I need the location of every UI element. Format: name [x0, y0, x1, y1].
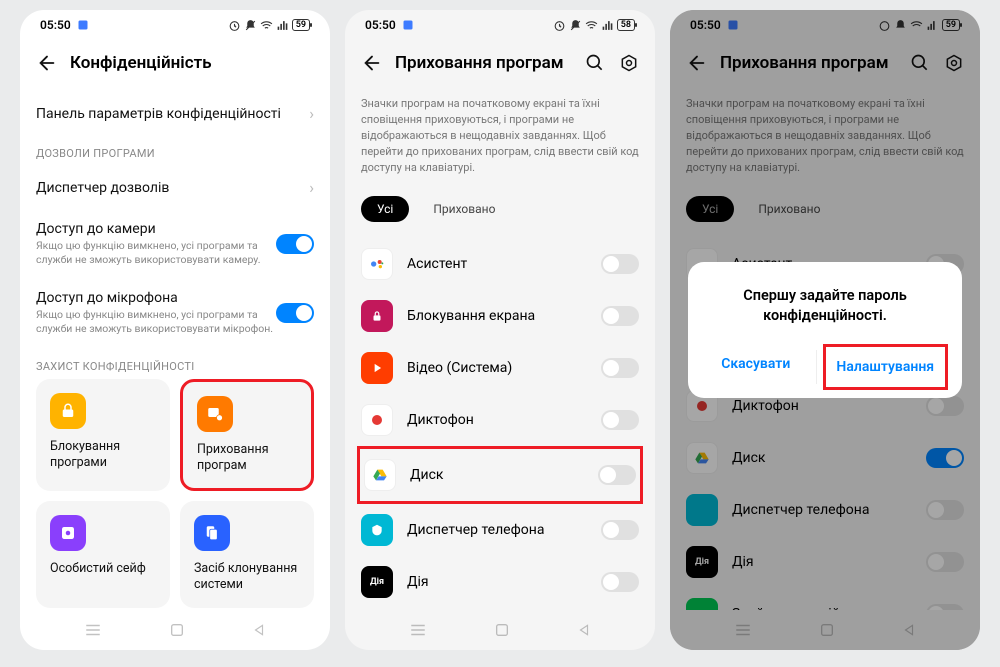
app-drive[interactable]: Диск — [357, 446, 643, 504]
cancel-button[interactable]: Скасувати — [696, 344, 816, 390]
hide-apps-card[interactable]: Приховання програм — [180, 379, 314, 492]
app-video[interactable]: Відео (Система) — [361, 342, 639, 394]
chevron-right-icon: › — [309, 178, 314, 197]
privacy-panel-row[interactable]: Панель параметрів конфіденційності › — [36, 92, 314, 135]
toggle[interactable] — [601, 254, 639, 274]
signal-icon — [601, 19, 614, 32]
content[interactable]: Панель параметрів конфіденційності › ДОЗ… — [20, 86, 330, 610]
tab-hidden[interactable]: Приховано — [417, 196, 511, 222]
back-nav-icon[interactable] — [252, 622, 266, 638]
chevron-right-icon: › — [309, 104, 314, 123]
system-clone-card[interactable]: Засіб клонування системи — [180, 501, 314, 608]
back-icon[interactable] — [36, 52, 58, 74]
app-diia[interactable]: Дія Дія — [361, 556, 639, 608]
mic-access-row[interactable]: Доступ до мікрофона Якщо цю функцію вимк… — [36, 278, 314, 347]
status-bar: 05:50 58 — [345, 10, 655, 40]
dialog-overlay: Спершу задайте пароль конфіденційності. … — [670, 10, 980, 650]
recent-icon[interactable] — [84, 623, 102, 637]
phone-screen-1: 05:50 59 Конфіденційність Панель парамет… — [20, 10, 330, 650]
app-lock-card[interactable]: Блокування програми — [36, 379, 170, 492]
app-phone-manager[interactable]: Диспетчер телефона — [361, 504, 639, 556]
nav-bar — [20, 610, 330, 650]
phone-screen-2: 05:50 58 Приховання програм Значки прогр… — [345, 10, 655, 650]
home-icon[interactable] — [169, 622, 185, 638]
tabs: Усі Приховано — [361, 192, 639, 238]
header: Приховання програм — [345, 40, 655, 86]
page-title: Приховання програм — [395, 53, 573, 73]
toggle[interactable] — [601, 572, 639, 592]
alarm-icon — [228, 19, 241, 32]
phone-screen-3: 05:50 59 Приховання програм Значки прогр… — [670, 10, 980, 650]
search-icon[interactable] — [585, 53, 605, 73]
status-time: 05:50 — [365, 18, 396, 32]
app-indicator-icon — [402, 19, 414, 31]
mute-icon — [244, 19, 257, 32]
mute-icon — [569, 19, 582, 32]
toggle[interactable] — [601, 520, 639, 540]
content[interactable]: Значки програм на початковому екрані та … — [345, 86, 655, 610]
home-icon[interactable] — [494, 622, 510, 638]
header: Конфіденційність — [20, 40, 330, 86]
description: Значки програм на початковому екрані та … — [361, 86, 639, 192]
status-time: 05:50 — [40, 18, 71, 32]
mic-toggle[interactable] — [276, 303, 314, 323]
section-label: ЗАХИСТ КОНФІДЕНЦІЙНОСТІ — [36, 348, 314, 379]
app-screen-lock[interactable]: Блокування екрана — [361, 290, 639, 342]
recent-icon[interactable] — [409, 623, 427, 637]
dialog-message: Спершу задайте пароль конфіденційності. — [696, 286, 954, 345]
toggle[interactable] — [601, 410, 639, 430]
status-battery: 58 — [617, 19, 635, 31]
toggle[interactable] — [601, 358, 639, 378]
status-battery: 59 — [292, 19, 310, 31]
settings-button[interactable]: Налаштування — [823, 344, 949, 390]
private-safe-card[interactable]: Особистий сейф — [36, 501, 170, 608]
back-icon[interactable] — [361, 52, 383, 74]
wifi-icon — [585, 19, 598, 32]
tab-all[interactable]: Усі — [361, 196, 409, 222]
alarm-icon — [553, 19, 566, 32]
back-nav-icon[interactable] — [577, 622, 591, 638]
camera-toggle[interactable] — [276, 234, 314, 254]
toggle[interactable] — [601, 306, 639, 326]
page-title: Конфіденційність — [70, 53, 314, 73]
perm-manager-row[interactable]: Диспетчер дозволів › — [36, 166, 314, 209]
toggle[interactable] — [598, 465, 636, 485]
gear-icon[interactable] — [619, 53, 639, 73]
section-label: ДОЗВОЛИ ПРОГРАМИ — [36, 135, 314, 166]
app-recorder[interactable]: Диктофон — [361, 394, 639, 446]
privacy-password-dialog: Спершу задайте пароль конфіденційності. … — [688, 262, 962, 399]
wifi-icon — [260, 19, 273, 32]
app-assistant[interactable]: Асистент — [361, 238, 639, 290]
nav-bar — [345, 610, 655, 650]
app-indicator-icon — [77, 19, 89, 31]
camera-access-row[interactable]: Доступ до камери Якщо цю функцію вимкнен… — [36, 209, 314, 278]
status-bar: 05:50 59 — [20, 10, 330, 40]
signal-icon — [276, 19, 289, 32]
